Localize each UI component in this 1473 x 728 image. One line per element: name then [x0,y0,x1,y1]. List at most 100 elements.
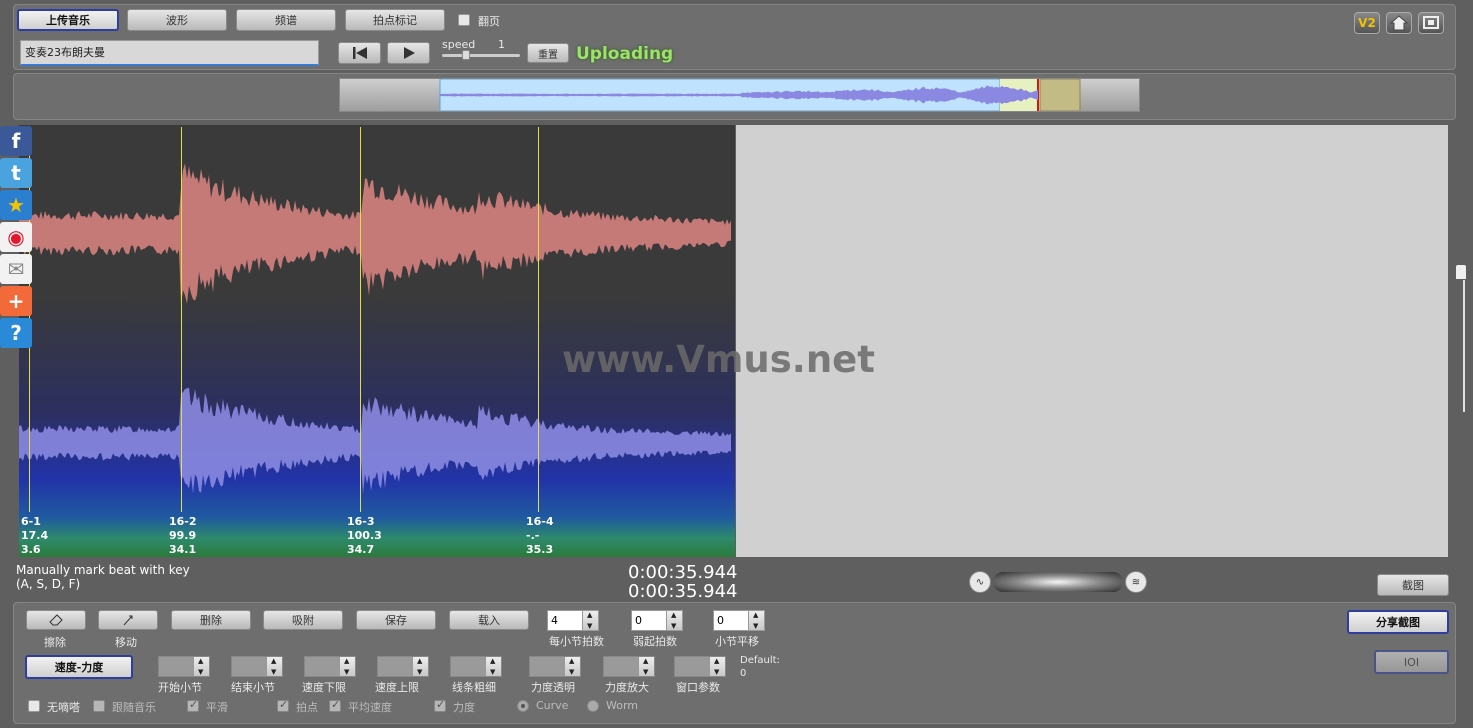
stepper-arrows[interactable] [339,657,355,676]
play-icon [403,47,415,59]
beat-points-checkbox[interactable] [277,698,289,712]
beats-per-bar-stepper[interactable]: 4 [547,610,599,631]
beat-label: 6-1 17.4 3.6 [21,515,48,557]
snap-button[interactable]: 吸附 [263,610,343,630]
end-bar-label: 结束小节 [231,681,275,694]
curve-label: Curve [536,699,569,712]
load-button[interactable]: 载入 [449,610,529,630]
zoom-track[interactable] [993,572,1123,592]
force-zoom-stepper[interactable] [603,656,655,677]
fullscreen-icon [1423,16,1439,29]
upload-music-button[interactable]: 上传音乐 [17,9,119,31]
bar-offset-value: 0 [717,614,724,627]
beat-line[interactable] [181,127,182,512]
beat-line[interactable] [538,127,539,512]
avg-tempo-label: 平均速度 [348,701,392,714]
tempo-max-label: 速度上限 [375,681,419,694]
bar-offset-label: 小节平移 [715,635,759,648]
skip-start-button[interactable] [338,42,381,64]
reset-button[interactable]: 重置 [527,43,569,63]
stepper-arrows[interactable] [709,657,725,676]
bar-offset-stepper[interactable]: 0 [713,610,765,631]
window-param-label: 窗口参数 [676,681,720,694]
stepper-arrows[interactable] [638,657,654,676]
line-width-stepper[interactable] [450,656,502,677]
beat-mark-button[interactable]: 拍点标记 [345,9,445,31]
weibo-icon[interactable]: ◉ [0,222,32,252]
mail-icon[interactable]: ✉ [0,254,32,284]
force-checkbox[interactable] [434,698,446,712]
page-turn-checkbox[interactable] [458,14,470,26]
erase-button[interactable] [26,610,86,630]
zoom-slider[interactable]: ∿ ≋ [969,570,1147,594]
ioi-button[interactable]: IOI [1374,650,1449,674]
stepper-arrows[interactable] [266,657,282,676]
speed-slider[interactable] [442,50,520,60]
stepper-arrows[interactable] [412,657,428,676]
waveform-button[interactable]: 波形 [127,9,227,31]
beat-tempo: 17.4 [21,529,49,542]
avg-tempo-checkbox[interactable] [329,698,341,712]
pickup-stepper[interactable]: 0 [631,610,683,631]
facebook-icon[interactable]: f [0,126,32,156]
fullscreen-button[interactable] [1418,12,1444,34]
beat-force: 3.6 [21,543,41,556]
home-icon [1389,15,1409,31]
delete-button[interactable]: 删除 [171,610,251,630]
beat-force: 35.3 [526,543,554,556]
zoom-in-icon[interactable]: ≋ [1125,571,1147,593]
home-button[interactable] [1386,12,1412,34]
beat-line[interactable] [360,127,361,512]
erase-label: 擦除 [44,636,66,649]
no-beep-checkbox[interactable] [28,700,40,712]
stepper-arrows[interactable] [485,657,501,676]
end-bar-stepper[interactable] [231,656,283,677]
star-icon[interactable]: ★ [0,190,32,220]
curve-radio[interactable] [517,700,529,712]
file-name-text: 变奏23布朗夫曼 [25,46,105,59]
help-icon[interactable]: ? [0,318,32,348]
default-value: 0 [740,668,747,679]
play-button[interactable] [387,42,430,64]
overview-track[interactable] [339,78,1140,112]
tempo-min-stepper[interactable] [304,656,356,677]
stepper-arrows[interactable] [193,657,209,676]
smooth-label: 平滑 [206,701,228,714]
tempo-min-label: 速度下限 [302,681,346,694]
stepper-arrows[interactable] [582,611,598,630]
zoom-out-icon[interactable]: ∿ [969,571,991,593]
window-param-stepper[interactable] [674,656,726,677]
pickup-label: 弱起拍数 [633,635,677,648]
move-icon [123,615,133,626]
stepper-arrows[interactable] [748,611,764,630]
v2-badge[interactable]: V2 [1354,12,1380,34]
stepper-arrows[interactable] [564,657,580,676]
share-screenshot-button[interactable]: 分享截图 [1347,610,1449,634]
speed-slider-thumb[interactable] [462,50,470,60]
v2-label: V2 [1358,16,1376,30]
pickup-value: 0 [635,614,642,627]
start-bar-stepper[interactable] [158,656,210,677]
save-button[interactable]: 保存 [356,610,436,630]
beat-tempo: 99.9 [169,529,197,542]
beats-per-bar-label: 每小节拍数 [549,635,604,648]
twitter-icon[interactable]: t [0,158,32,188]
plus-icon[interactable]: + [0,286,32,316]
file-name-field[interactable]: 变奏23布朗夫曼 [20,40,319,66]
smooth-checkbox[interactable] [187,698,199,712]
force-alpha-stepper[interactable] [529,656,581,677]
tempo-max-stepper[interactable] [377,656,429,677]
tempo-force-button[interactable]: 速度-力度 [25,655,133,679]
speed-label: speed [442,38,476,51]
move-button[interactable] [98,610,158,630]
follow-music-checkbox[interactable] [93,700,105,712]
stepper-arrows[interactable] [666,611,682,630]
scrollbar-track[interactable] [1463,280,1465,412]
screenshot-button[interactable]: 截图 [1377,574,1449,596]
spectrum-button[interactable]: 频谱 [236,9,336,31]
eraser-icon [49,614,63,626]
worm-radio[interactable] [587,700,599,712]
beat-id: 16-3 [347,515,375,528]
force-label: 力度 [453,701,475,714]
scroll-handle[interactable] [1456,265,1466,279]
